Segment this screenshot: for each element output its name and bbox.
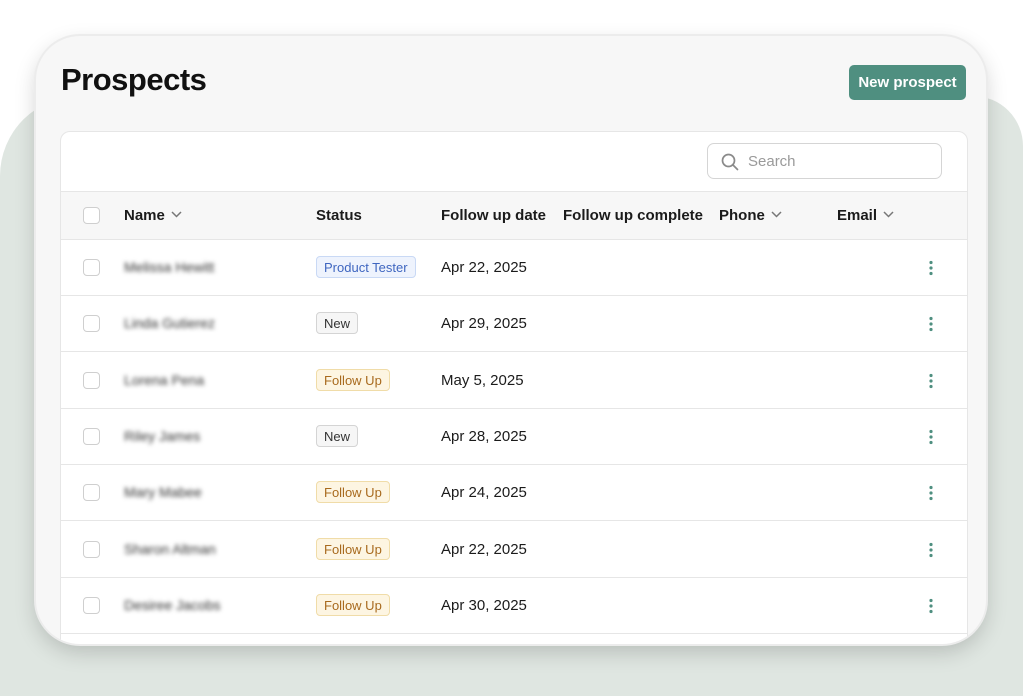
chevron-down-icon xyxy=(171,211,182,218)
more-vertical-icon[interactable] xyxy=(923,542,939,558)
more-vertical-icon[interactable] xyxy=(923,429,939,445)
table-row[interactable]: Mary Mabee Follow Up Apr 24, 2025 xyxy=(61,465,967,522)
follow-up-date: Apr 29, 2025 xyxy=(441,315,527,333)
new-prospect-button[interactable]: New prospect xyxy=(849,65,966,100)
more-vertical-icon[interactable] xyxy=(923,598,939,614)
column-header-label: Name xyxy=(124,207,165,224)
row-checkbox[interactable] xyxy=(83,427,100,445)
more-vertical-icon[interactable] xyxy=(923,373,939,389)
status-badge: Follow Up xyxy=(316,368,390,391)
column-header-email[interactable]: Email xyxy=(837,192,894,239)
status-badge: Follow Up xyxy=(316,537,390,560)
row-checkbox[interactable] xyxy=(83,540,100,558)
chevron-down-icon xyxy=(771,211,782,218)
prospect-name: Riley James xyxy=(124,427,201,444)
row-checkbox[interactable] xyxy=(83,315,100,333)
follow-up-date: Apr 24, 2025 xyxy=(441,484,527,502)
select-all-checkbox[interactable] xyxy=(83,207,100,224)
search-box[interactable] xyxy=(707,143,942,179)
prospect-name: Desiree Jacobs xyxy=(124,596,221,613)
prospect-name: Lorena Pena xyxy=(124,371,205,388)
table-row[interactable]: Sharon Altman Follow Up Apr 22, 2025 xyxy=(61,522,967,578)
prospect-name: Melissa Hewitt xyxy=(124,259,215,275)
row-checkbox[interactable] xyxy=(83,371,100,389)
table-header: Name Status Follow up date Follow up com… xyxy=(61,191,967,240)
column-header-label: Follow up date xyxy=(441,207,546,224)
status-badge: Follow Up xyxy=(316,593,390,616)
table-row[interactable]: Desiree Jacobs Follow Up Apr 30, 2025 xyxy=(61,578,967,634)
row-checkbox[interactable] xyxy=(83,484,100,502)
status-badge: Product Tester xyxy=(316,256,416,278)
status-badge: Follow Up xyxy=(316,481,390,504)
search-input[interactable] xyxy=(748,144,933,178)
row-checkbox[interactable] xyxy=(83,259,100,276)
follow-up-date: Apr 22, 2025 xyxy=(441,540,527,558)
prospect-name: Sharon Altman xyxy=(124,540,216,557)
column-header-label: Status xyxy=(316,207,362,224)
more-vertical-icon[interactable] xyxy=(923,316,939,332)
app-window: Prospects New prospect Name Status Follo… xyxy=(36,36,986,644)
column-header-label: Email xyxy=(837,207,878,224)
column-header-label: Follow up complete xyxy=(563,207,704,224)
follow-up-date: Apr 28, 2025 xyxy=(441,427,527,445)
column-header-follow-up-complete: Follow up complete xyxy=(563,192,703,239)
column-header-follow-up-date: Follow up date xyxy=(441,192,546,239)
table-row[interactable]: Melissa Hewitt Product Tester Apr 22, 2025 xyxy=(61,240,967,296)
table-row[interactable]: Riley James New Apr 28, 2025 xyxy=(61,409,967,465)
column-header-phone[interactable]: Phone xyxy=(719,192,782,239)
search-icon xyxy=(721,153,739,171)
chevron-down-icon xyxy=(883,211,894,218)
table-row[interactable]: Linda Gutierez New Apr 29, 2025 xyxy=(61,296,967,353)
column-header-status: Status xyxy=(316,192,362,239)
column-header-label: Phone xyxy=(719,207,765,224)
follow-up-date: May 5, 2025 xyxy=(441,371,524,389)
column-header-name[interactable]: Name xyxy=(124,192,182,239)
status-badge: New xyxy=(316,312,359,335)
prospect-name: Mary Mabee xyxy=(124,484,202,501)
follow-up-date: Apr 22, 2025 xyxy=(441,259,527,276)
prospect-name: Linda Gutierez xyxy=(124,315,216,332)
page-title: Prospects xyxy=(61,62,207,97)
follow-up-date: Apr 30, 2025 xyxy=(441,596,527,614)
row-checkbox[interactable] xyxy=(83,596,100,614)
more-vertical-icon[interactable] xyxy=(923,260,939,276)
more-vertical-icon[interactable] xyxy=(923,485,939,501)
status-badge: New xyxy=(316,424,359,447)
prospects-table-card: Name Status Follow up date Follow up com… xyxy=(60,131,968,644)
table-row[interactable]: Lorena Pena Follow Up May 5, 2025 xyxy=(61,353,967,409)
